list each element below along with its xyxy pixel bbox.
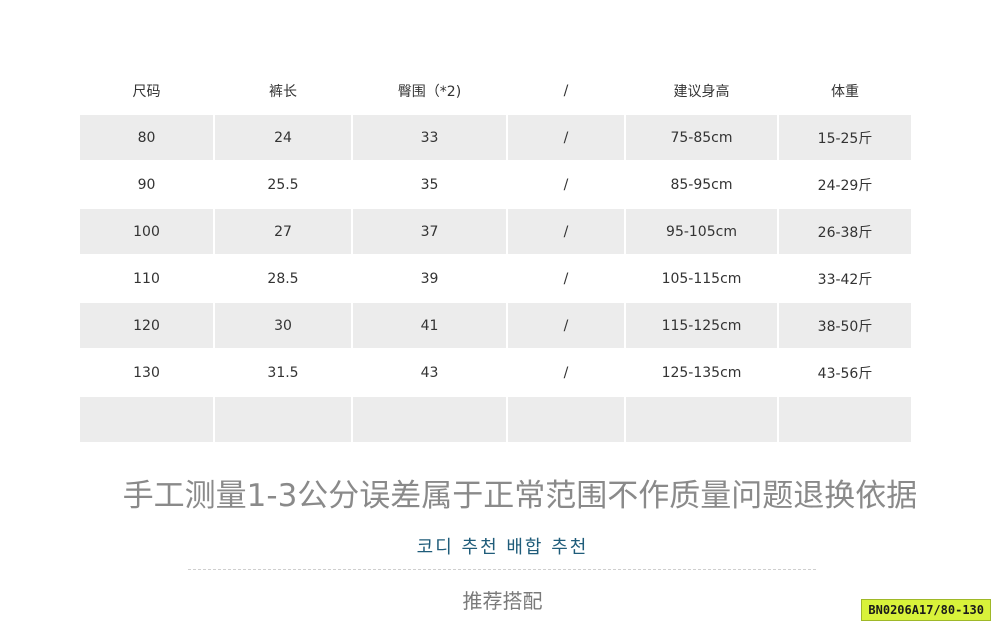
cell-size: 120 [80, 303, 213, 348]
cell-hip: 43 [420, 364, 439, 381]
table-row-empty [80, 397, 911, 442]
cell-weight: 33-42斤 [817, 271, 873, 288]
cell-hip: 33 [353, 115, 506, 160]
cell-size: 130 [133, 364, 160, 381]
table-row: 100 27 37 / 95-105cm 26-38斤 [80, 209, 911, 254]
cell-weight: 43-56斤 [817, 365, 873, 382]
sku-badge: BN0206A17/80-130 [861, 599, 991, 621]
cell-size: 100 [80, 209, 213, 254]
cell-pants-length: 31.5 [267, 364, 299, 381]
cell-slash: / [563, 270, 569, 287]
table-row: 110 28.5 39 / 105-115cm 33-42斤 [80, 256, 911, 301]
cell-weight: 26-38斤 [779, 209, 911, 254]
table-row: 80 24 33 / 75-85cm 15-25斤 [80, 115, 911, 160]
cell-height: 95-105cm [626, 209, 777, 254]
cell-slash: / [563, 176, 569, 193]
cell-empty [508, 397, 624, 442]
cell-height: 85-95cm [670, 176, 733, 193]
cell-slash: / [508, 115, 624, 160]
cell-height: 125-135cm [661, 364, 742, 381]
recommended-outfit-title: 推荐搭配 [462, 589, 543, 613]
cell-empty [80, 397, 213, 442]
cell-hip: 39 [420, 270, 439, 287]
dashed-divider [188, 569, 816, 570]
cell-pants-length: 27 [215, 209, 351, 254]
cell-hip: 35 [420, 176, 439, 193]
header-hip: 臀围（*2) [397, 83, 462, 100]
header-pants-length: 裤长 [269, 83, 297, 100]
table-header-row: 尺码 裤长 臀围（*2) / 建议身高 体重 [80, 68, 911, 113]
cell-size: 110 [133, 270, 160, 287]
header-slash: / [563, 82, 569, 99]
header-weight: 体重 [831, 83, 859, 100]
cell-pants-length: 24 [215, 115, 351, 160]
cell-height: 115-125cm [626, 303, 777, 348]
table-row: 120 30 41 / 115-125cm 38-50斤 [80, 303, 911, 348]
header-size: 尺码 [132, 83, 161, 100]
cell-pants-length: 25.5 [267, 176, 299, 193]
cell-weight: 24-29斤 [817, 177, 873, 194]
cell-size: 80 [80, 115, 213, 160]
cell-weight: 38-50斤 [779, 303, 911, 348]
cell-empty [779, 397, 911, 442]
cell-slash: / [563, 364, 569, 381]
cell-pants-length: 28.5 [267, 270, 299, 287]
korean-subtitle: 코디 추천 배합 추천 [416, 537, 589, 558]
cell-hip: 41 [353, 303, 506, 348]
cell-empty [626, 397, 777, 442]
cell-empty [353, 397, 506, 442]
cell-slash: / [508, 303, 624, 348]
header-height: 建议身高 [673, 83, 730, 100]
cell-size: 90 [137, 176, 156, 193]
table-row: 90 25.5 35 / 85-95cm 24-29斤 [80, 162, 911, 207]
cell-pants-length: 30 [215, 303, 351, 348]
cell-slash: / [508, 209, 624, 254]
cell-weight: 15-25斤 [779, 115, 911, 160]
table-row: 130 31.5 43 / 125-135cm 43-56斤 [80, 350, 911, 395]
measurement-notice: 手工测量1-3公分误差属于正常范围不作质量问题退换依据 [122, 478, 918, 514]
cell-height: 75-85cm [626, 115, 777, 160]
cell-height: 105-115cm [661, 270, 742, 287]
cell-empty [215, 397, 351, 442]
cell-hip: 37 [353, 209, 506, 254]
size-chart-table: 尺码 裤长 臀围（*2) / 建议身高 体重 80 24 33 / 75-85c… [78, 66, 913, 444]
